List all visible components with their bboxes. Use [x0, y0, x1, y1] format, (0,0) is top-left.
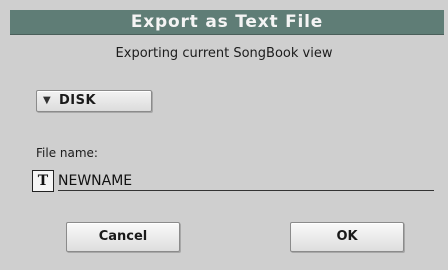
- destination-dropdown-label: DISK: [59, 93, 97, 108]
- cancel-button[interactable]: Cancel: [66, 222, 180, 252]
- text-edit-icon[interactable]: T: [32, 170, 54, 192]
- dialog-title-bar: Export as Text File: [10, 10, 444, 35]
- file-name-label: File name:: [36, 146, 98, 160]
- export-text-file-dialog: Export as Text File Exporting current So…: [0, 0, 448, 270]
- ok-button[interactable]: OK: [290, 222, 404, 252]
- destination-dropdown[interactable]: ▼ DISK: [36, 90, 152, 112]
- dropdown-arrow-icon: ▼: [43, 95, 51, 106]
- file-name-field[interactable]: NEWNAME: [58, 170, 434, 191]
- dialog-title: Export as Text File: [130, 12, 324, 32]
- dialog-subtitle: Exporting current SongBook view: [115, 46, 333, 61]
